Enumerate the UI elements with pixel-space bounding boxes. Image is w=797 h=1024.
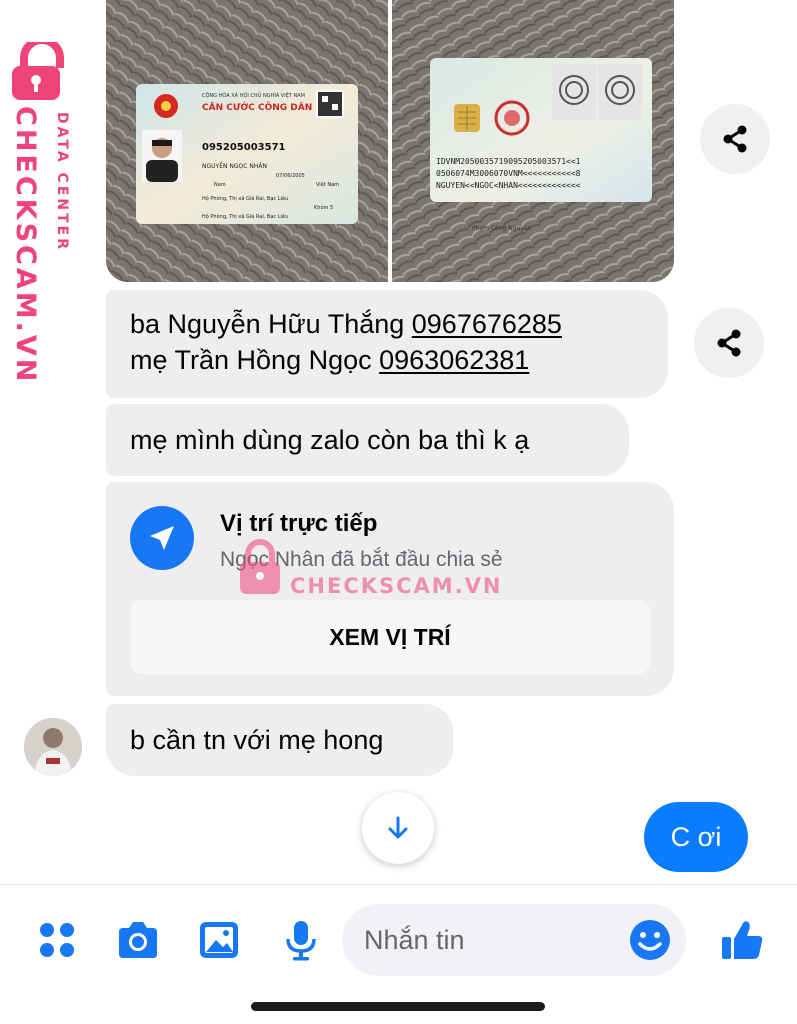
share-button[interactable] [700,104,770,174]
watermark-center-text: CHECKSCAM.VN [290,574,503,598]
message-input-wrapper[interactable] [342,904,686,976]
mrz-line-3: NGUYEN<<NGOC<NHAN<<<<<<<<<<<<< [436,181,581,190]
mrz-line-2: 0506074M3006070VNM<<<<<<<<<<<8 [436,169,581,178]
home-indicator [251,1002,545,1011]
watermark-brand: CHECKSCAM.VN [10,106,41,385]
share-button[interactable] [694,308,764,378]
emoji-icon[interactable] [626,916,674,964]
card-name: NGUYỄN NGỌC NHÂN [202,162,267,170]
message-bubble-contacts[interactable]: ba Nguyễn Hữu Thắng 0967676285 mẹ Trần H… [106,290,668,398]
watermark-logo: CHECKSCAM.VN DATA CENTER [6,40,86,384]
arrow-down-icon [388,816,408,839]
card-residence-2: Hộ Phòng, Thị xã Giá Rai, Bạc Liêu [202,213,288,220]
outgoing-message-bubble[interactable]: C ơi [644,802,748,872]
message-bubble[interactable]: b cần tn với mẹ hong [106,704,453,776]
phone-link[interactable]: 0963062381 [379,345,529,375]
lock-icon [12,42,64,100]
camera-icon[interactable] [114,917,162,963]
avatar[interactable] [24,718,82,776]
lock-icon [240,539,280,594]
watermark-center: CHECKSCAM.VN [238,538,538,598]
thumbs-up-icon[interactable] [718,915,768,965]
card-signer: Phạm Công Nguyên [472,225,532,232]
id-card-front-photo[interactable]: CỘNG HÒA XÃ HỘI CHỦ NGHĨA VIỆT NAM CĂN C… [106,0,388,282]
message-line-father: ba Nguyễn Hữu Thắng 0967676285 [130,309,562,339]
location-title: Vị trí trực tiếp [220,510,378,537]
card-header-small: CỘNG HÒA XÃ HỘI CHỦ NGHĨA VIỆT NAM [202,91,305,99]
microphone-icon[interactable] [278,917,324,963]
message-input[interactable] [364,920,624,960]
card-title: CĂN CƯỚC CÔNG DÂN [202,101,312,113]
phone-link[interactable]: 0967676285 [412,309,562,339]
watermark-subtitle: DATA CENTER [54,112,70,252]
scroll-to-bottom-button[interactable] [362,792,434,864]
view-location-button[interactable]: XEM VỊ TRÍ [130,600,650,674]
message-bubble[interactable]: mẹ mình dùng zalo còn ba thì k ạ [106,404,629,476]
message-line-mother: mẹ Trần Hồng Ngọc 0963062381 [130,345,530,375]
card-residence-1: Khóm 5 [314,204,333,211]
message-composer [0,885,797,1024]
apps-icon[interactable] [34,917,80,963]
card-id-number: 095205003571 [202,142,286,153]
card-nationality: Việt Nam [316,181,339,188]
share-icon [717,329,741,357]
image-icon[interactable] [196,917,242,963]
id-card-back-photo[interactable]: Phạm Công Nguyên IDVNM205003571909520500… [392,0,674,282]
mrz-line-1: IDVNM2050035719095205003571<<1 [436,157,581,166]
card-origin: Hộ Phòng, Thị xã Giá Rai, Bạc Liêu [202,195,288,202]
location-arrow-icon [130,506,194,570]
card-dob: 07/06/2005 [276,173,305,179]
card-sex: Nam [214,182,226,188]
share-icon [723,125,747,153]
